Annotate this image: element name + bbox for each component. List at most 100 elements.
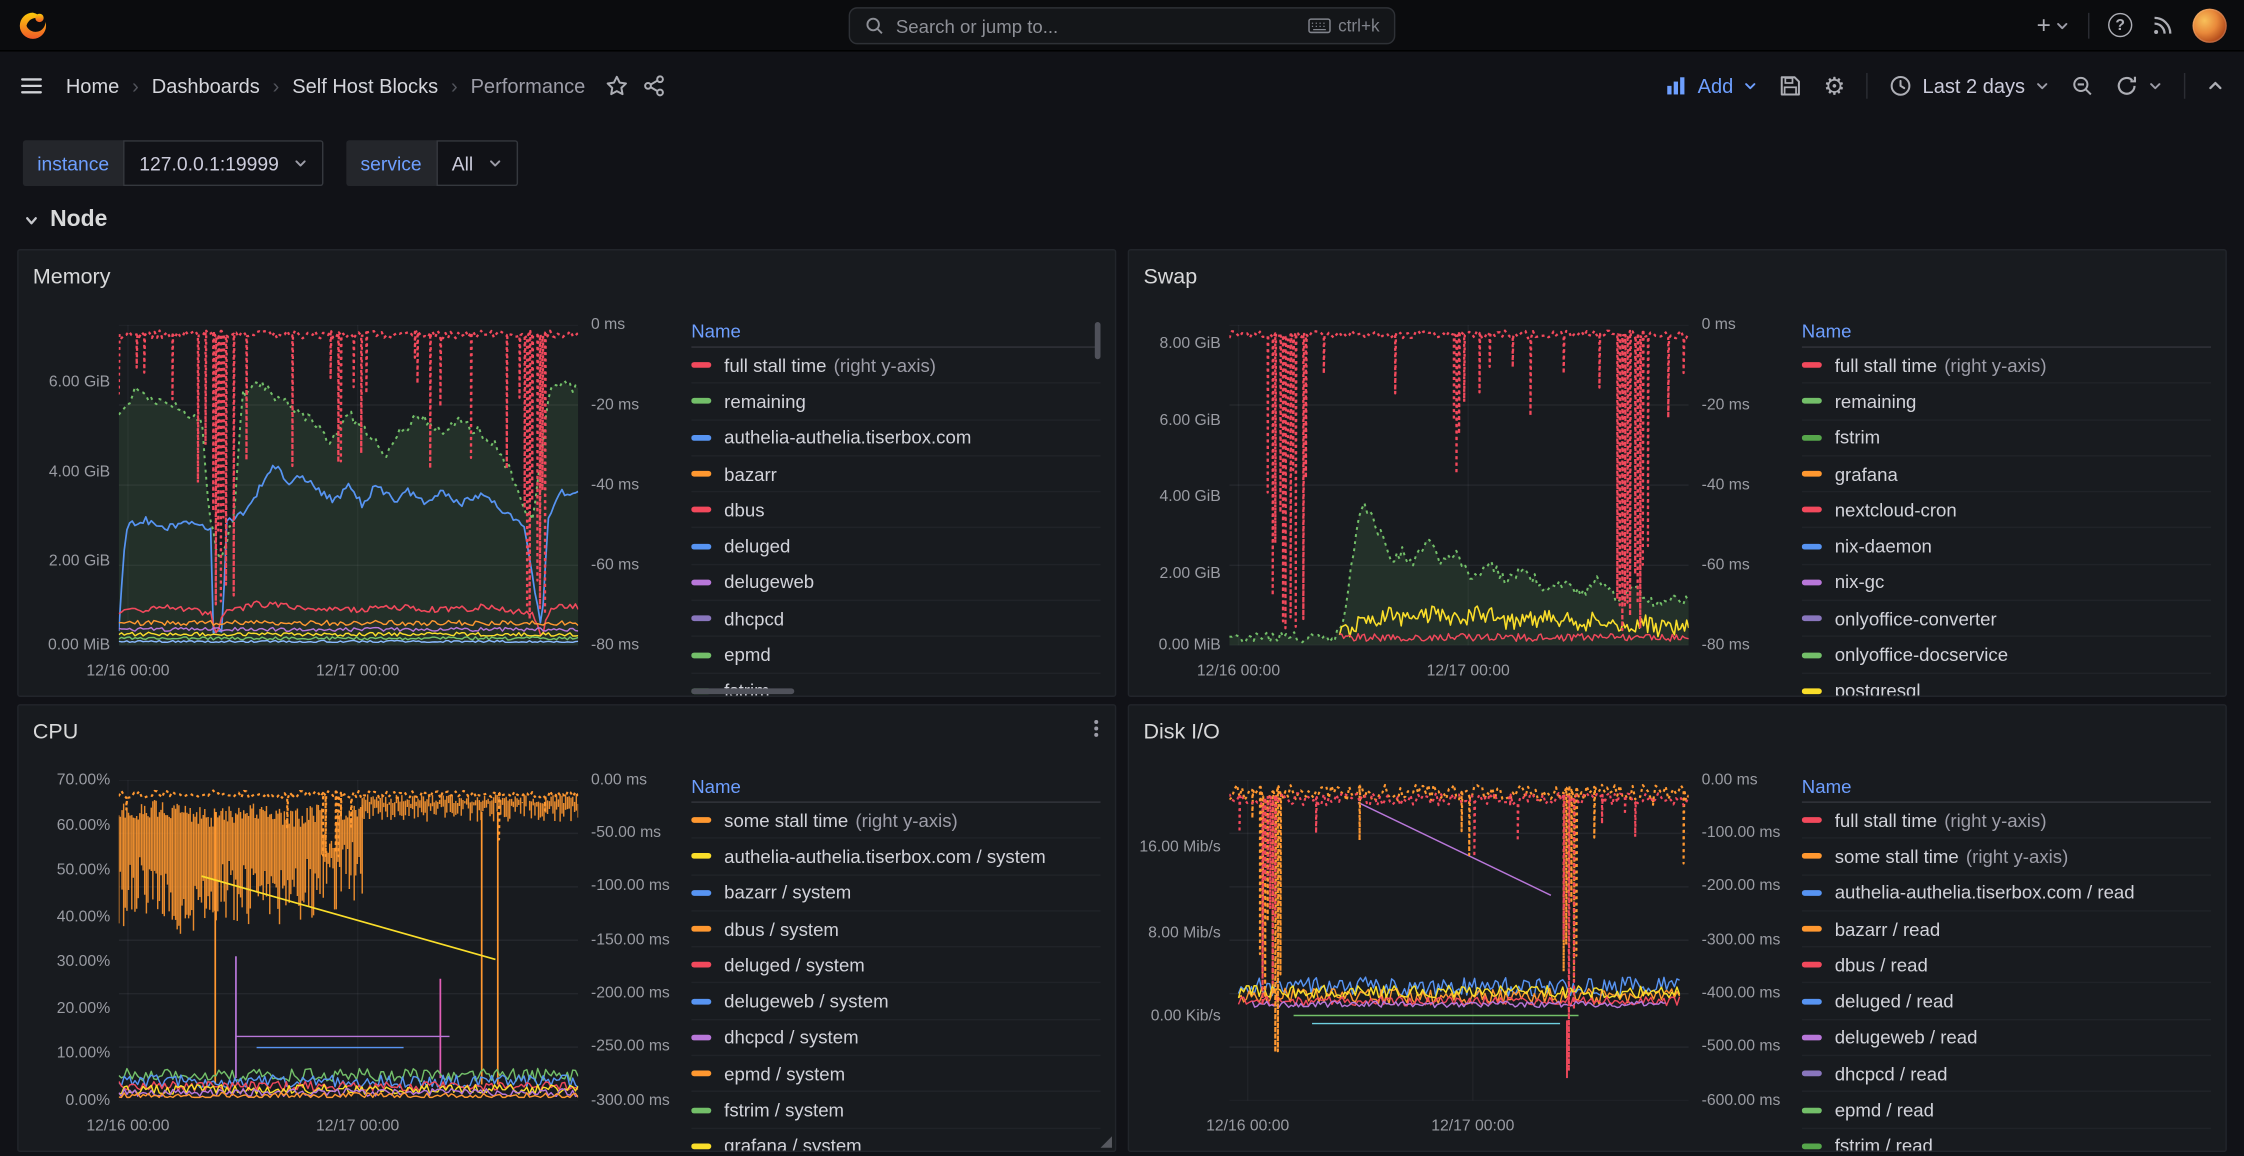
legend-item[interactable]: authelia-authelia.tiserbox.com / system [691, 839, 1100, 875]
collapse-controls-button[interactable] [2207, 77, 2224, 94]
variable-label[interactable]: instance [23, 140, 124, 186]
axis-tick-label: -40 ms [591, 476, 639, 495]
legend-header[interactable]: Name [691, 771, 1100, 802]
zoom-out-button[interactable] [2071, 74, 2094, 97]
legend-series-name: full stall time [724, 354, 826, 375]
legend-item[interactable]: full stall time(right y-axis) [1802, 348, 2211, 384]
legend-series-color [1802, 926, 1822, 932]
legend-item[interactable]: delugeweb / system [691, 984, 1100, 1020]
legend-item[interactable]: some stall time(right y-axis) [691, 803, 1100, 839]
timeseries-chart[interactable] [1229, 780, 1688, 1101]
timeseries-chart[interactable] [119, 780, 578, 1101]
legend-item[interactable]: nix-daemon [1802, 529, 2211, 565]
legend-item[interactable]: authelia-authelia.tiserbox.com / read [1802, 875, 2211, 911]
news-button[interactable] [2151, 14, 2174, 37]
legend-item[interactable]: full stall time(right y-axis) [1802, 803, 2211, 839]
legend-series-color [1802, 890, 1822, 896]
legend-item[interactable]: dhcpcd / system [691, 1020, 1100, 1056]
menu-toggle-button[interactable] [20, 74, 43, 97]
legend-item[interactable]: some stall time(right y-axis) [1802, 839, 2211, 875]
legend-item[interactable]: remaining [1802, 384, 2211, 420]
user-profile-button[interactable] [2192, 8, 2226, 42]
legend-item[interactable]: onlyoffice-converter [1802, 601, 2211, 637]
legend-item[interactable]: dhcpcd [691, 601, 1100, 637]
row-toggle-node[interactable]: Node [23, 203, 107, 237]
share-dashboard-button[interactable] [643, 74, 666, 97]
legend-series-name: nix-gc [1835, 572, 1885, 593]
grafana-logo[interactable] [17, 9, 48, 40]
panel-title[interactable]: Swap [1129, 250, 2225, 289]
variable-service: service All [346, 140, 517, 186]
legend-item[interactable]: fstrim / read [1802, 1129, 2211, 1151]
variable-value-dropdown[interactable]: 127.0.0.1:19999 [124, 140, 324, 186]
timeseries-chart[interactable] [119, 325, 578, 646]
plus-icon: + [2037, 11, 2051, 40]
legend-item[interactable]: bazarr / read [1802, 911, 2211, 947]
legend-header[interactable]: Name [691, 316, 1100, 347]
axis-tick-label: 4.00 GiB [19, 463, 111, 482]
legend-item[interactable]: deluged / read [1802, 984, 2211, 1020]
panel-resize-handle[interactable] [1101, 1136, 1112, 1147]
legend-item[interactable]: dbus / read [1802, 948, 2211, 984]
legend-item[interactable]: deluged [691, 529, 1100, 565]
legend-series-color [1802, 507, 1822, 513]
legend-item[interactable]: bazarr [691, 456, 1100, 492]
legend-item[interactable]: grafana [1802, 456, 2211, 492]
legend-scrollbar-horizontal[interactable] [691, 688, 794, 694]
breadcrumb-item[interactable]: Home [66, 74, 119, 97]
chart-area: 6.00 GiB4.00 GiB2.00 GiB0.00 MiB0 ms-20 … [19, 316, 680, 694]
search-bar[interactable]: Search or jump to... ctrl+k [849, 7, 1396, 44]
breadcrumb-item[interactable]: Performance [471, 74, 586, 97]
panel-title[interactable]: CPU [19, 706, 1115, 745]
legend-item[interactable]: delugeweb / read [1802, 1020, 2211, 1056]
legend-item[interactable]: nix-gc [1802, 565, 2211, 601]
panel-title[interactable]: Disk I/O [1129, 706, 2225, 745]
axis-tick-label: -200.00 ms [591, 984, 670, 1003]
legend-item[interactable]: dbus / system [691, 911, 1100, 947]
legend-item[interactable]: delugeweb [691, 565, 1100, 601]
legend-item[interactable]: remaining [691, 384, 1100, 420]
add-button[interactable]: Add [1665, 74, 1758, 97]
time-range-picker[interactable]: Last 2 days [1890, 74, 2050, 97]
timeseries-chart[interactable] [1229, 325, 1688, 646]
legend-series-color [691, 1035, 711, 1041]
legend-item[interactable]: authelia-authelia.tiserbox.com [691, 420, 1100, 456]
legend-item[interactable]: nextcloud-cron [1802, 493, 2211, 529]
legend-item[interactable]: dbus [691, 493, 1100, 529]
panel-menu-button[interactable] [1086, 718, 1106, 738]
breadcrumb-item[interactable]: Dashboards [152, 74, 260, 97]
variable-label[interactable]: service [346, 140, 436, 186]
legend-item[interactable]: fstrim / system [691, 1092, 1100, 1128]
legend-item[interactable]: epmd / system [691, 1056, 1100, 1092]
legend-item[interactable]: epmd [691, 637, 1100, 673]
axis-tick-label: 0 ms [1702, 316, 1736, 335]
legend-item[interactable]: bazarr / system [691, 875, 1100, 911]
legend-item[interactable]: fstrim [1802, 420, 2211, 456]
legend-series-axis-note: (right y-axis) [1944, 810, 2046, 831]
dashboard-settings-button[interactable]: ⚙ [1823, 74, 1845, 98]
legend-item[interactable]: grafana / system [691, 1129, 1100, 1151]
new-menu-button[interactable]: + [2037, 11, 2070, 40]
axis-tick-label: -200.00 ms [1702, 878, 1781, 897]
legend-item[interactable]: onlyoffice-docservice [1802, 637, 2211, 673]
chevron-down-icon [2148, 79, 2162, 93]
legend-item[interactable]: epmd / read [1802, 1092, 2211, 1128]
legend-scrollbar-vertical[interactable] [1095, 322, 1101, 359]
legend-series-axis-note: (right y-axis) [834, 354, 936, 375]
breadcrumb-item[interactable]: Self Host Blocks [292, 74, 438, 97]
avatar [2192, 8, 2226, 42]
legend-item[interactable]: deluged / system [691, 948, 1100, 984]
chevron-down-icon [1743, 79, 1757, 93]
save-dashboard-button[interactable] [1779, 74, 1802, 97]
variable-value-dropdown[interactable]: All [436, 140, 518, 186]
help-button[interactable]: ? [2108, 13, 2132, 37]
legend-item[interactable]: dhcpcd / read [1802, 1056, 2211, 1092]
legend-item[interactable]: full stall time (right y-axis) [691, 348, 1100, 384]
favorite-dashboard-button[interactable] [605, 74, 628, 97]
panel-title[interactable]: Memory [19, 250, 1115, 289]
axis-tick-label: -250.00 ms [591, 1038, 670, 1057]
refresh-button[interactable] [2115, 74, 2162, 97]
legend-header[interactable]: Name [1802, 316, 2211, 347]
legend-item[interactable]: postgresql [1802, 674, 2211, 696]
legend-header[interactable]: Name [1802, 771, 2211, 802]
